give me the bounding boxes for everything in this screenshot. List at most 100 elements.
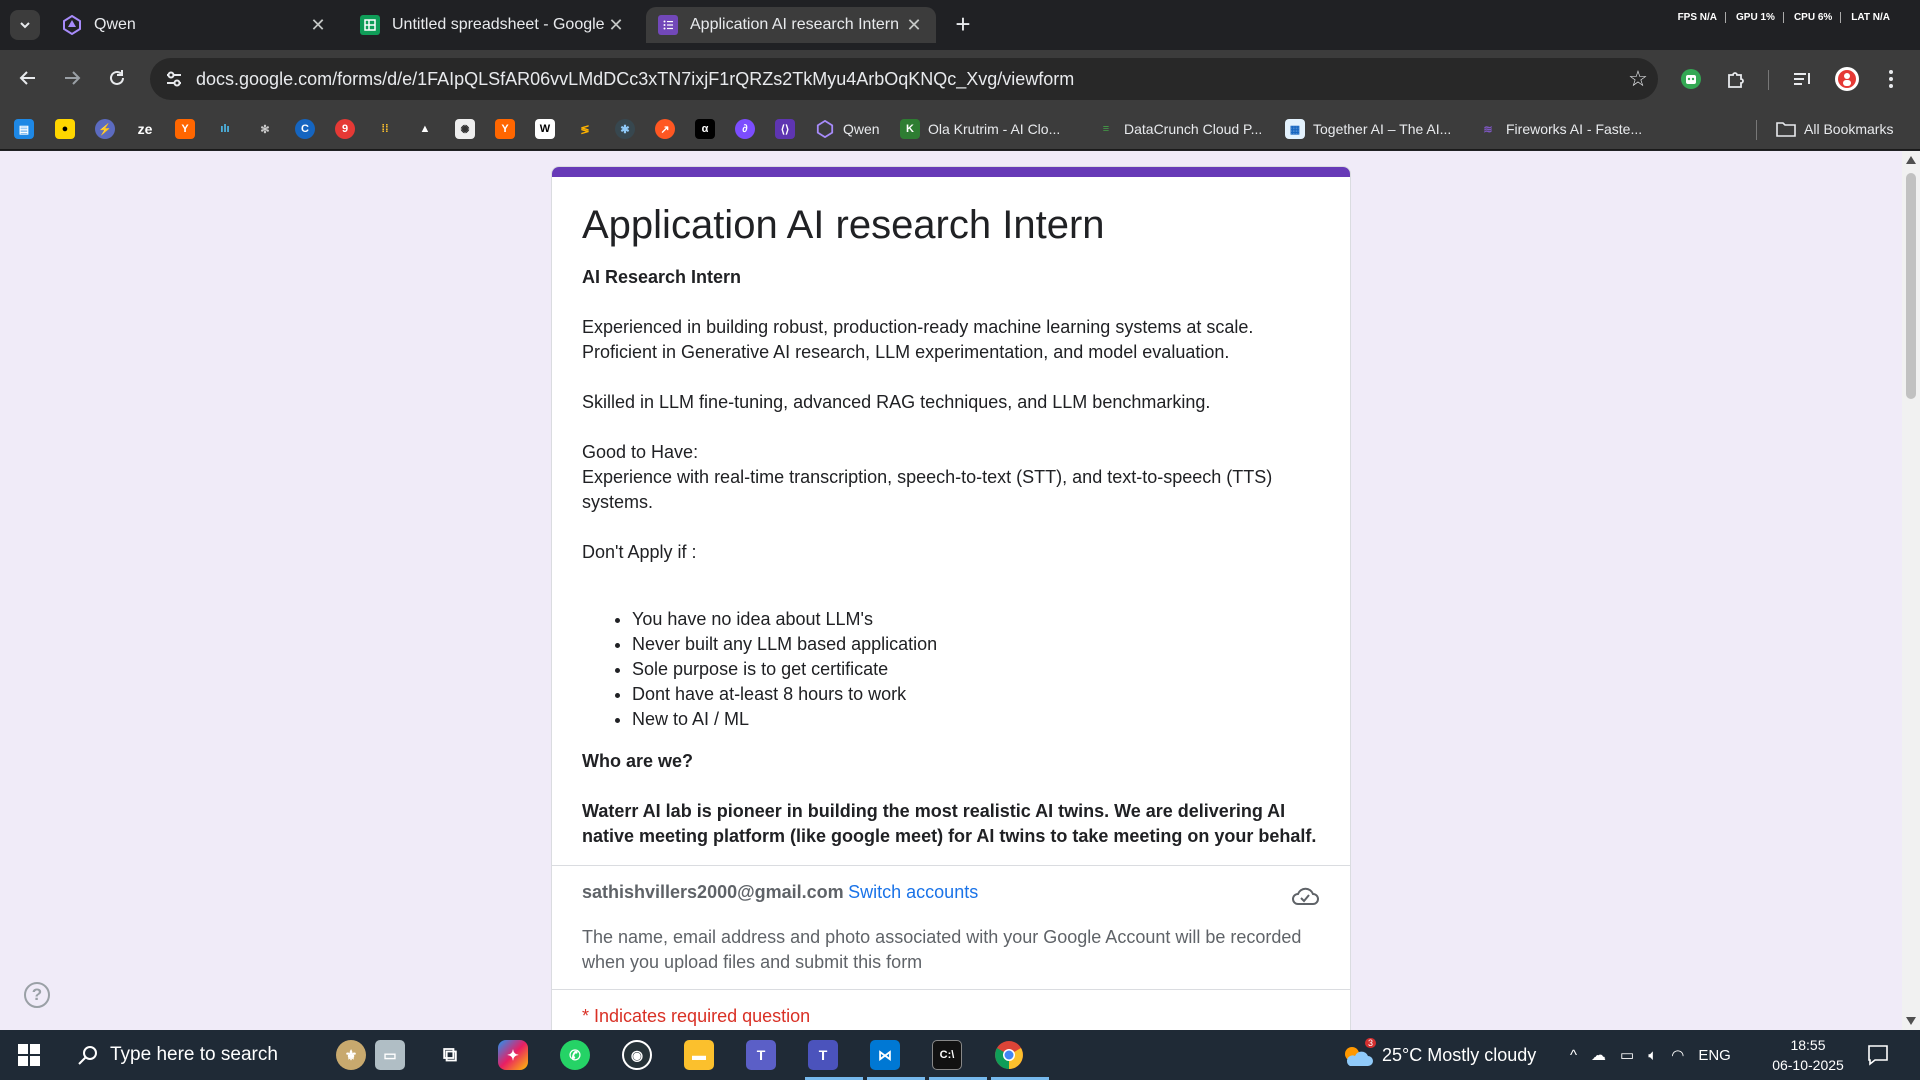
close-icon[interactable]: ✕	[308, 15, 328, 35]
bookmark-huggingface-icon[interactable]: ●	[55, 119, 75, 139]
bookmark-ycombinator2-icon[interactable]: Y	[495, 119, 515, 139]
speaker-icon[interactable]: 🔈︎	[1648, 1047, 1657, 1064]
qwen-icon	[815, 119, 835, 139]
extension-icon[interactable]	[1676, 64, 1706, 94]
task-view-icon[interactable]: ⧉	[430, 1035, 470, 1075]
form-accent-bar	[552, 167, 1350, 177]
more-menu-icon[interactable]	[1876, 64, 1906, 94]
chrome-icon[interactable]	[989, 1035, 1049, 1080]
bookmark-globe-icon[interactable]: ✱	[615, 119, 635, 139]
close-icon[interactable]: ✕	[606, 15, 626, 35]
new-tab-button[interactable]: +	[950, 11, 976, 38]
bookmark-swirl-icon[interactable]: ∂	[735, 119, 755, 139]
account-email: sathishvillers2000@gmail.com	[582, 882, 844, 902]
notification-icon[interactable]	[1866, 1043, 1890, 1067]
bookmark-calendar-icon[interactable]: ▤	[14, 119, 34, 139]
bookmark-flask-icon[interactable]: ▲	[415, 119, 435, 139]
switch-accounts-link[interactable]: Switch accounts	[848, 882, 978, 902]
bookmark-gear-icon[interactable]: ✺	[455, 119, 475, 139]
arrow-left-icon	[19, 71, 35, 85]
bookmark-stack-icon[interactable]: ≶	[575, 119, 595, 139]
list-item: Sole purpose is to get certificate	[632, 657, 1326, 682]
bookmark-qwen[interactable]: Qwen	[815, 118, 880, 140]
bookmark-together-ai[interactable]: ▦ Together AI – The AI...	[1285, 118, 1451, 140]
bookmark-c-icon[interactable]: C	[295, 119, 315, 139]
terminal-icon[interactable]: C:\	[927, 1035, 987, 1080]
form-title: Application AI research Intern	[582, 203, 1105, 247]
scroll-down-icon[interactable]	[1906, 1017, 1916, 1025]
profile-avatar[interactable]	[1832, 64, 1862, 94]
search-icon	[78, 1046, 97, 1065]
bookmark-alpha-icon[interactable]: α	[695, 119, 715, 139]
tab-application-form[interactable]: Application AI research Intern ✕	[646, 7, 936, 43]
help-icon[interactable]: ?	[24, 982, 50, 1008]
scrollbar-thumb[interactable]	[1906, 173, 1916, 399]
tab-qwen[interactable]: Qwen ✕	[50, 7, 340, 43]
windows-start-icon[interactable]	[18, 1044, 40, 1066]
address-bar[interactable]: docs.google.com/forms/d/e/1FAIpQLSfAR06v…	[150, 58, 1658, 100]
tab-search-button[interactable]	[10, 10, 40, 40]
page-scrollbar[interactable]	[1902, 151, 1920, 1030]
latency-readout: LAT N/A	[1851, 12, 1890, 23]
bookmark-code-icon[interactable]: ⟨⟩	[775, 119, 795, 139]
fps-readout: FPS N/A	[1678, 12, 1727, 23]
bookmark-spinner-icon[interactable]: ✻	[255, 119, 275, 139]
file-explorer-icon[interactable]: ▬	[679, 1035, 719, 1075]
weather-alert-badge: 3	[1364, 1038, 1376, 1048]
media-controls-icon[interactable]	[1787, 64, 1817, 94]
url-text[interactable]: docs.google.com/forms/d/e/1FAIpQLSfAR06v…	[196, 69, 1618, 90]
clock-date: 06-10-2025	[1772, 1057, 1844, 1073]
list-item: You have no idea about LLM's	[632, 607, 1326, 632]
onedrive-icon[interactable]: ☁	[1591, 1046, 1606, 1064]
bookmark-bolt-icon[interactable]: ⚡	[95, 119, 115, 139]
weather-text: 25°C Mostly cloudy	[1382, 1044, 1537, 1065]
gpu-readout: GPU 1%	[1736, 12, 1784, 23]
bookmark-fireworks-ai[interactable]: ≋ Fireworks AI - Faste...	[1478, 118, 1642, 140]
taskbar-clock[interactable]: 18:55 06-10-2025	[1768, 1035, 1848, 1075]
news-widget-icon[interactable]: ⚜	[326, 1035, 376, 1075]
teams-classic-icon[interactable]: T	[803, 1035, 863, 1080]
folder-icon	[1776, 119, 1796, 139]
bookmark-ze-icon[interactable]: ze	[135, 119, 155, 139]
location-app-icon[interactable]: ◉	[617, 1035, 657, 1075]
forward-button[interactable]	[58, 64, 86, 92]
bookmark-arrow-icon[interactable]: ↗	[655, 119, 675, 139]
search-placeholder: Type here to search	[110, 1044, 278, 1065]
bookmark-w-icon[interactable]: W	[535, 119, 555, 139]
bookmark-nine-icon[interactable]: 9	[335, 119, 355, 139]
weather-widget[interactable]: 3 25°C Mostly cloudy	[1340, 1030, 1536, 1080]
teams-icon[interactable]: T	[741, 1035, 781, 1075]
bookmark-bars-icon[interactable]: ılı	[215, 119, 235, 139]
good-to-have-heading: Good to Have:	[582, 442, 699, 462]
qwen-icon	[62, 15, 82, 35]
bookmark-ola-krutrim[interactable]: K Ola Krutrim - AI Clo...	[900, 118, 1060, 140]
bookmark-ycombinator-icon[interactable]: Y	[175, 119, 195, 139]
bookmarks-divider	[1756, 120, 1757, 140]
krutrim-icon: K	[900, 119, 920, 139]
reload-icon	[110, 70, 124, 85]
bookmark-dots-icon[interactable]: ⁞⁞	[375, 119, 395, 139]
chevron-up-icon[interactable]: ^	[1570, 1047, 1577, 1064]
vscode-icon[interactable]: ⋈	[865, 1035, 925, 1080]
tab-spreadsheet[interactable]: Untitled spreadsheet - Google Sheets ✕	[348, 7, 638, 43]
laptop-widget-icon[interactable]: ▭	[370, 1035, 410, 1075]
whatsapp-icon[interactable]: ✆	[555, 1035, 595, 1075]
language-indicator[interactable]: ENG	[1698, 1047, 1731, 1064]
wifi-icon[interactable]: ◠	[1671, 1046, 1684, 1064]
together-ai-icon: ▦	[1285, 119, 1305, 139]
close-icon[interactable]: ✕	[904, 15, 924, 35]
form-description: Application AI research Intern AI Resear…	[552, 177, 1350, 865]
bookmark-datacrunch[interactable]: ≡ DataCrunch Cloud P...	[1096, 118, 1262, 140]
bookmark-star-icon[interactable]: ☆	[1618, 66, 1658, 92]
site-info-icon[interactable]	[154, 59, 194, 99]
puzzle-icon[interactable]	[1721, 64, 1751, 94]
back-button[interactable]	[14, 64, 42, 92]
copilot-icon[interactable]: ✦	[493, 1035, 533, 1075]
reload-button[interactable]	[103, 64, 131, 92]
all-bookmarks-button[interactable]: All Bookmarks	[1776, 118, 1893, 140]
sheets-icon	[360, 15, 380, 35]
battery-icon[interactable]: ▭	[1620, 1046, 1634, 1064]
chevron-down-icon	[20, 22, 30, 29]
scroll-up-icon[interactable]	[1906, 156, 1916, 164]
tab-title: Qwen	[94, 16, 136, 33]
